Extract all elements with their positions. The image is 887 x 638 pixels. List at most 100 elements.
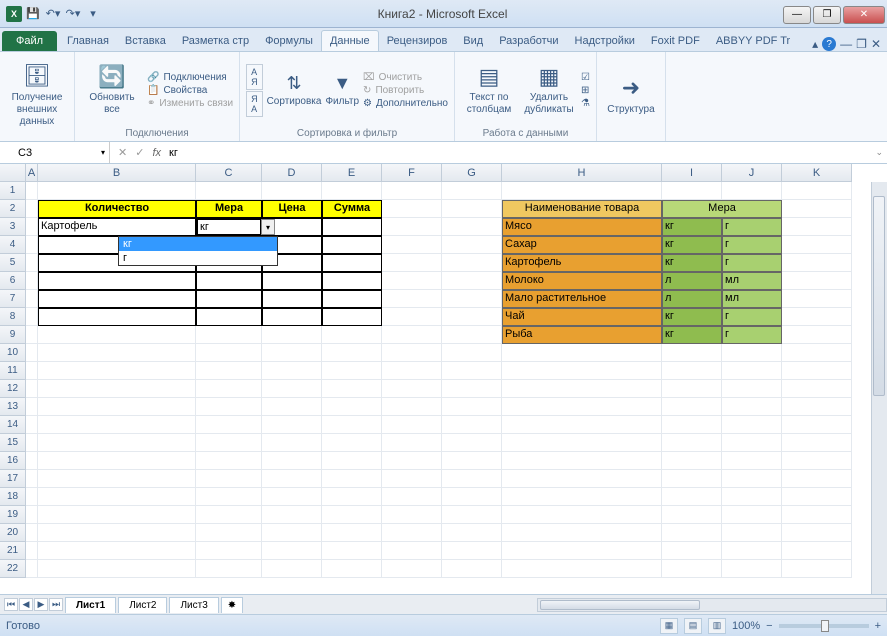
row-header-13[interactable]: 13 [0, 398, 26, 416]
tab-addins[interactable]: Надстройки [567, 31, 643, 51]
gridcell[interactable] [322, 452, 382, 470]
gridcell[interactable] [722, 182, 782, 200]
col-header-D[interactable]: D [262, 164, 322, 181]
gridcell[interactable] [382, 200, 442, 218]
gridcell[interactable] [196, 560, 262, 578]
cell-E4[interactable] [322, 236, 382, 254]
tab-abbyy[interactable]: ABBYY PDF Tr [708, 31, 798, 51]
gridcell[interactable] [782, 452, 852, 470]
gridcell[interactable] [322, 326, 382, 344]
gridcell[interactable] [782, 326, 852, 344]
gridcell[interactable] [382, 560, 442, 578]
col-header-C[interactable]: C [196, 164, 262, 181]
vertical-scrollbar[interactable] [871, 182, 887, 594]
gridcell[interactable] [382, 434, 442, 452]
row-header-21[interactable]: 21 [0, 542, 26, 560]
fx-icon[interactable]: fx [152, 147, 161, 159]
row-header-22[interactable]: 22 [0, 560, 26, 578]
gridcell[interactable] [262, 542, 322, 560]
gridcell[interactable] [662, 434, 722, 452]
file-tab[interactable]: Файл [2, 31, 57, 51]
horizontal-scrollbar[interactable] [537, 598, 887, 612]
gridcell[interactable] [196, 380, 262, 398]
gridcell[interactable] [782, 182, 852, 200]
sheet-first-icon[interactable]: ⏮ [4, 598, 18, 611]
formula-input[interactable] [169, 147, 875, 159]
tab-view[interactable]: Вид [455, 31, 491, 51]
connections-button[interactable]: 🔗Подключения [147, 72, 233, 83]
gridcell[interactable] [502, 542, 662, 560]
gridcell[interactable] [442, 470, 502, 488]
gridcell[interactable] [662, 524, 722, 542]
gridcell[interactable] [26, 308, 38, 326]
row-header-11[interactable]: 11 [0, 362, 26, 380]
gridcell[interactable] [322, 524, 382, 542]
gridcell[interactable] [442, 200, 502, 218]
col-header-K[interactable]: K [782, 164, 852, 181]
gridcell[interactable] [662, 362, 722, 380]
gridcell[interactable] [502, 398, 662, 416]
row-header-6[interactable]: 6 [0, 272, 26, 290]
worksheet-grid[interactable]: ABCDEFGHIJK 1234567891011121314151617181… [0, 164, 887, 594]
gridcell[interactable] [382, 326, 442, 344]
gridcell[interactable] [262, 344, 322, 362]
gridcell[interactable] [662, 182, 722, 200]
tab-data[interactable]: Данные [321, 30, 379, 51]
gridcell[interactable] [196, 470, 262, 488]
table1-header-0[interactable]: Количество [38, 200, 196, 218]
table2-m1-0[interactable]: кг [662, 218, 722, 236]
row-header-12[interactable]: 12 [0, 380, 26, 398]
gridcell[interactable] [382, 362, 442, 380]
select-all-button[interactable] [0, 164, 26, 181]
gridcell[interactable] [262, 416, 322, 434]
gridcell[interactable] [782, 344, 852, 362]
gridcell[interactable] [196, 434, 262, 452]
gridcell[interactable] [722, 506, 782, 524]
col-header-H[interactable]: H [502, 164, 662, 181]
cell-B6[interactable] [38, 272, 196, 290]
gridcell[interactable] [26, 416, 38, 434]
sheet-last-icon[interactable]: ⏭ [49, 598, 63, 611]
gridcell[interactable] [502, 488, 662, 506]
gridcell[interactable] [382, 380, 442, 398]
gridcell[interactable] [26, 488, 38, 506]
col-header-F[interactable]: F [382, 164, 442, 181]
gridcell[interactable] [662, 416, 722, 434]
table2-m1-3[interactable]: л [662, 272, 722, 290]
gridcell[interactable] [442, 236, 502, 254]
table2-m1-1[interactable]: кг [662, 236, 722, 254]
table2-m2-2[interactable]: г [722, 254, 782, 272]
gridcell[interactable] [26, 236, 38, 254]
cell-C6[interactable] [196, 272, 262, 290]
gridcell[interactable] [382, 218, 442, 236]
gridcell[interactable] [196, 488, 262, 506]
gridcell[interactable] [442, 398, 502, 416]
gridcell[interactable] [662, 398, 722, 416]
doc-minimize-icon[interactable]: — [840, 37, 852, 51]
table1-header-3[interactable]: Сумма [322, 200, 382, 218]
table2-header-measure[interactable]: Мера [662, 200, 782, 218]
row-header-14[interactable]: 14 [0, 416, 26, 434]
row-header-19[interactable]: 19 [0, 506, 26, 524]
gridcell[interactable] [38, 362, 196, 380]
sort-button[interactable]: ⇅ Сортировка [267, 73, 322, 107]
gridcell[interactable] [322, 488, 382, 506]
gridcell[interactable] [262, 488, 322, 506]
gridcell[interactable] [382, 524, 442, 542]
gridcell[interactable] [662, 452, 722, 470]
table2-name-1[interactable]: Сахар [502, 236, 662, 254]
gridcell[interactable] [662, 560, 722, 578]
gridcell[interactable] [26, 326, 38, 344]
gridcell[interactable] [322, 380, 382, 398]
gridcell[interactable] [262, 326, 322, 344]
gridcell[interactable] [662, 488, 722, 506]
gridcell[interactable] [382, 308, 442, 326]
text-to-columns-button[interactable]: ▤ Текст по столбцам [461, 64, 517, 116]
gridcell[interactable] [782, 542, 852, 560]
gridcell[interactable] [442, 326, 502, 344]
gridcell[interactable] [38, 488, 196, 506]
table2-m2-3[interactable]: мл [722, 272, 782, 290]
table2-m2-6[interactable]: г [722, 326, 782, 344]
gridcell[interactable] [38, 470, 196, 488]
get-external-data-button[interactable]: 🗄 Получение внешних данных [6, 63, 68, 127]
